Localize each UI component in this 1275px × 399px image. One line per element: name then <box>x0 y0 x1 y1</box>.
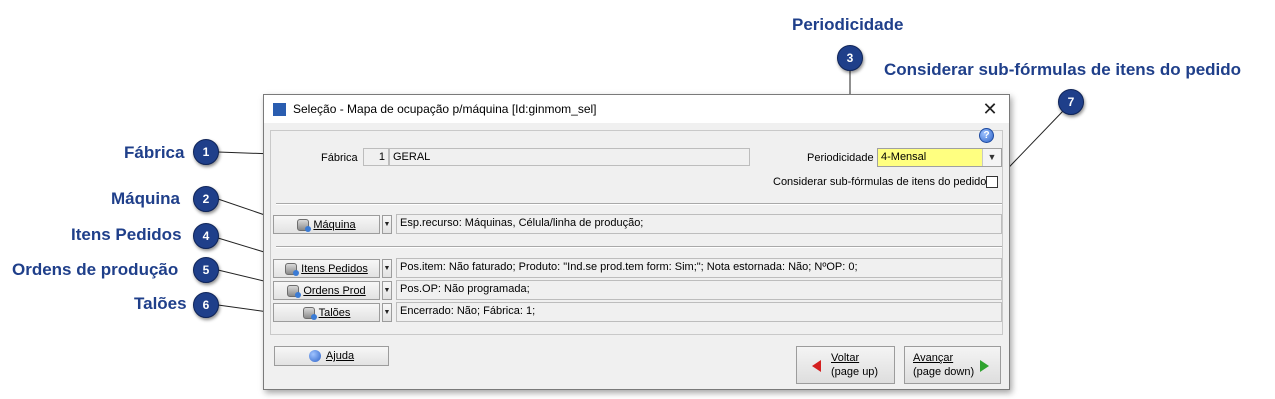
taloes-filter-field: Encerrado: Não; Fábrica: 1; <box>396 302 1002 322</box>
badge-4: 4 <box>193 223 219 249</box>
callout-fabrica: Fábrica <box>124 143 185 162</box>
badge-6: 6 <box>193 292 219 318</box>
database-icon <box>287 284 302 298</box>
ordens-prod-dropdown[interactable]: ▼ <box>382 281 392 300</box>
help-icon[interactable]: ? <box>979 128 994 143</box>
callout-itens-pedidos: Itens Pedidos <box>71 225 182 244</box>
periodicidade-label: Periodicidade <box>807 152 874 164</box>
database-icon <box>302 306 317 320</box>
ordens-prod-filter-field: Pos.OP: Não programada; <box>396 280 1002 300</box>
dialog-title: Seleção - Mapa de ocupação p/máquina [Id… <box>293 102 597 116</box>
fabrica-name-field: GERAL <box>389 148 750 166</box>
itens-pedidos-button-label: Itens Pedidos <box>301 262 368 275</box>
separator <box>276 203 1002 205</box>
itens-pedidos-filter-field: Pos.item: Não faturado; Produto: "Ind.se… <box>396 258 1002 278</box>
itens-pedidos-dropdown[interactable]: ▼ <box>382 259 392 278</box>
considerar-label: Considerar sub-fórmulas de itens do pedi… <box>773 176 987 188</box>
badge-1: 1 <box>193 139 219 165</box>
voltar-hint: (page up) <box>831 366 879 378</box>
voltar-button[interactable]: Voltar (page up) <box>796 346 895 384</box>
periodicidade-select[interactable]: 4-Mensal ▼ <box>877 148 1002 167</box>
callout-considerar: Considerar sub-fórmulas de itens do pedi… <box>884 60 1242 79</box>
taloes-button-label: Talões <box>318 306 351 319</box>
title-bar: Seleção - Mapa de ocupação p/máquina [Id… <box>264 95 1009 123</box>
avancar-label: Avançar <box>913 352 954 364</box>
separator <box>276 246 1002 248</box>
arrow-right-icon <box>980 360 989 372</box>
ajuda-button-label: Ajuda <box>325 350 355 362</box>
callout-maquina: Máquina <box>111 189 180 208</box>
callout-periodicidade: Periodicidade <box>792 15 904 34</box>
badge-5: 5 <box>193 257 219 283</box>
app-icon <box>273 103 286 116</box>
taloes-dropdown[interactable]: ▼ <box>382 303 392 322</box>
ordens-prod-button-label: Ordens Prod <box>303 284 366 297</box>
itens-pedidos-button[interactable]: Itens Pedidos <box>273 259 380 278</box>
ordens-prod-button[interactable]: Ordens Prod <box>273 281 380 300</box>
fabrica-code-field[interactable]: 1 <box>363 148 389 166</box>
fabrica-label: Fábrica <box>321 152 358 164</box>
badge-2: 2 <box>193 186 219 212</box>
maquina-button[interactable]: Máquina <box>273 215 380 234</box>
ajuda-button[interactable]: Ajuda <box>274 346 389 366</box>
avancar-button[interactable]: Avançar (page down) <box>904 346 1001 384</box>
close-icon[interactable]: ✕ <box>979 98 1001 120</box>
badge-7: 7 <box>1058 89 1084 115</box>
voltar-label: Voltar <box>831 352 860 364</box>
badge-3: 3 <box>837 45 863 71</box>
database-icon <box>297 218 312 232</box>
help-icon <box>308 350 321 362</box>
selection-dialog: Seleção - Mapa de ocupação p/máquina [Id… <box>263 94 1010 390</box>
callout-taloes: Talões <box>134 294 187 313</box>
database-icon <box>285 262 300 276</box>
taloes-button[interactable]: Talões <box>273 303 380 322</box>
avancar-hint: (page down) <box>913 366 975 378</box>
arrow-left-icon <box>812 360 821 372</box>
chevron-down-icon[interactable]: ▼ <box>982 149 1001 166</box>
maquina-button-label: Máquina <box>313 218 356 231</box>
maquina-dropdown[interactable]: ▼ <box>382 215 392 234</box>
periodicidade-value: 4-Mensal <box>881 151 927 163</box>
maquina-filter-field: Esp.recurso: Máquinas, Célula/linha de p… <box>396 214 1002 234</box>
callout-ordens: Ordens de produção <box>12 260 179 279</box>
considerar-checkbox[interactable] <box>986 176 998 188</box>
